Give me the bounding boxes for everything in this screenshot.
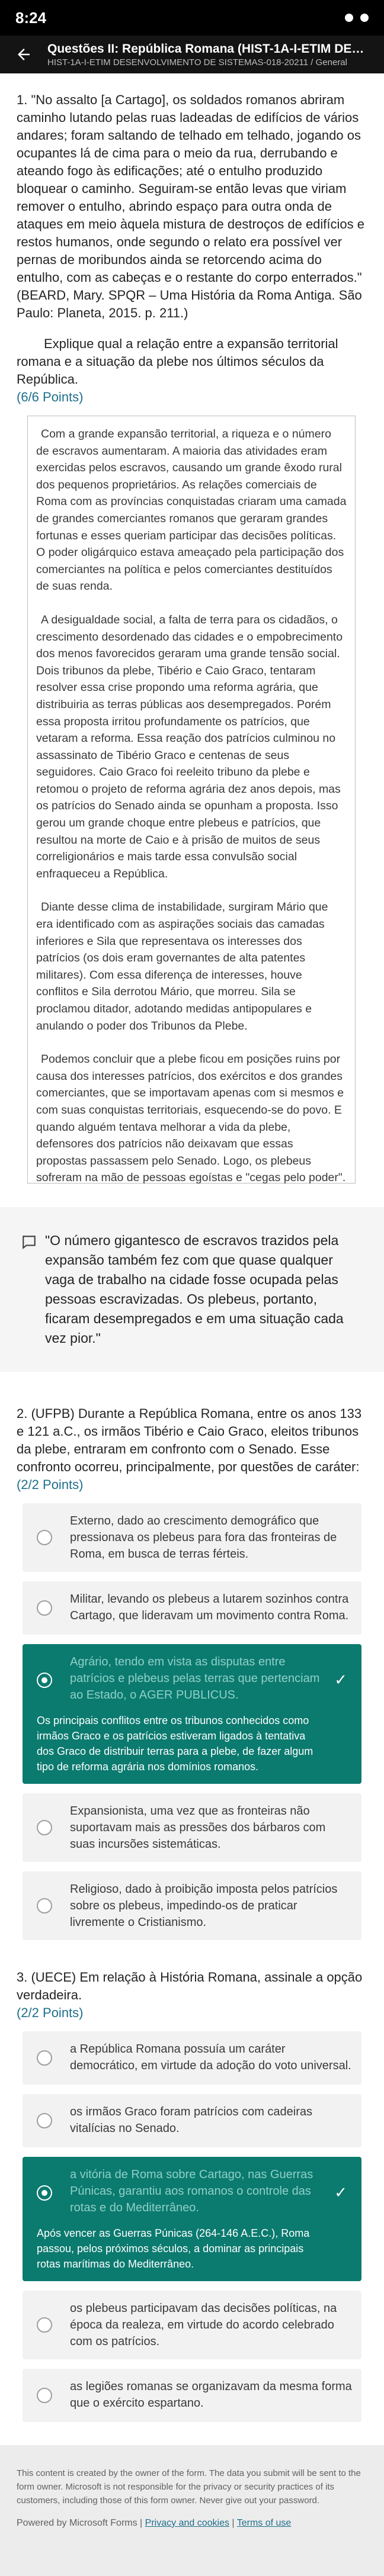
radio-button[interactable] [37,2388,52,2403]
choice-option[interactable]: Externo, dado ao crescimento demográfico… [23,1503,361,1572]
signal-icon [345,14,353,22]
choice-option[interactable]: Militar, levando os plebeus a lutarem so… [23,1581,361,1635]
question-1-prompt: Explique qual a relação entre a expansão… [17,336,338,387]
option-label: os plebeus participavam das decisões pol… [70,2302,337,2348]
feedback-text: "O número gigantesco de escravos trazido… [45,1233,344,1346]
powered-by-text: Powered by Microsoft Forms | [17,2518,143,2528]
question-2: 2. (UFPB) Durante a República Romana, en… [0,1405,384,1940]
choice-option-correct[interactable]: ✓ a vitória de Roma sobre Cartago, nas G… [23,2157,361,2281]
footer: This content is created by the owner of … [0,2445,384,2576]
answer-textbox[interactable]: Com a grande expansão territorial, a riq… [27,416,356,1184]
answer-paragraph: Podemos concluir que a plebe ficou em po… [36,1053,346,1185]
terms-link[interactable]: Terms of use [237,2518,292,2528]
radio-button[interactable] [37,1898,52,1913]
question-3: 3. (UECE) Em relação à História Romana, … [0,1969,384,2422]
status-time: 8:24 [15,8,47,27]
option-label: a vitória de Roma sobre Cartago, nas Gue… [70,2168,313,2214]
back-button[interactable] [8,39,39,70]
comment-icon [21,1231,45,1348]
status-icons [345,14,369,22]
radio-button[interactable] [37,1600,52,1616]
footer-links: Powered by Microsoft Forms | Privacy and… [17,2518,367,2529]
question-2-title: 2. (UFPB) Durante a República Romana, en… [17,1406,362,1474]
choice-option[interactable]: os irmãos Graco foram patrícios com cade… [23,2094,361,2147]
option-label: a República Romana possuía um caráter de… [70,2043,351,2072]
radio-button[interactable] [37,1530,52,1545]
choice-option[interactable]: Religioso, dado à proibição imposta pelo… [23,1871,361,1940]
app-bar: Questões II: República Romana (HIST-1A-I… [0,36,384,73]
radio-button[interactable] [37,2113,52,2128]
choice-option[interactable]: a República Romana possuía um caráter de… [23,2031,361,2085]
checkmark-icon: ✓ [334,1671,347,1689]
option-explanation: Os principais conflitos entre os tribuno… [37,1715,313,1773]
option-explanation: Após vencer as Guerras Púnicas (264-146 … [37,2227,310,2270]
question-3-points: (2/2 Points) [17,2005,84,2020]
question-1-feedback: "O número gigantesco de escravos trazido… [0,1207,384,1372]
question-1-points: (6/6 Points) [17,390,84,404]
arrow-left-icon [18,49,30,60]
form-subtitle: HIST-1A-I-ETIM DESENVOLVIMENTO DE SISTEM… [47,57,347,67]
choice-option-correct[interactable]: ✓ Agrário, tendo em vista as disputas en… [23,1644,361,1784]
radio-button-selected[interactable] [37,1673,52,1688]
question-2-points: (2/2 Points) [17,1477,84,1492]
question-1: 1. "No assalto [a Cartago], os soldados … [0,73,384,1372]
footer-separator: | [232,2518,235,2528]
option-label: as legiões romanas se organizavam da mes… [70,2380,352,2410]
option-label: Religioso, dado à proibição imposta pelo… [70,1883,338,1929]
choice-option[interactable]: os plebeus participavam das decisões pol… [23,2291,361,2359]
option-label: Militar, levando os plebeus a lutarem so… [70,1593,349,1622]
option-label: Externo, dado ao crescimento demográfico… [70,1514,337,1561]
answer-paragraph: Com a grande expansão territorial, a riq… [36,427,347,593]
radio-button[interactable] [37,2317,52,2333]
form-title: Questões II: República Romana (HIST-1A-I… [47,41,367,56]
radio-button[interactable] [37,2050,52,2066]
choice-option[interactable]: Expansionista, uma vez que as fronteiras… [23,1793,361,1862]
option-label: Expansionista, uma vez que as fronteiras… [70,1805,326,1851]
battery-icon [360,14,369,22]
choice-option[interactable]: as legiões romanas se organizavam da mes… [23,2369,361,2422]
option-label: Agrário, tendo em vista as disputas entr… [70,1655,320,1702]
privacy-link[interactable]: Privacy and cookies [145,2518,229,2528]
footer-disclaimer: This content is created by the owner of … [17,2468,361,2506]
option-label: os irmãos Graco foram patrícios com cade… [70,2105,313,2135]
status-bar: 8:24 [0,0,384,36]
radio-button-selected[interactable] [37,2185,52,2201]
radio-button[interactable] [37,1820,52,1835]
answer-paragraph: A desigualdade social, a falta de terra … [36,613,343,880]
checkmark-icon: ✓ [334,2183,347,2201]
answer-paragraph: Diante desse clima de instabilidade, sur… [36,901,328,1033]
question-1-quote: 1. "No assalto [a Cartago], os soldados … [17,92,364,320]
question-3-title: 3. (UECE) Em relação à História Romana, … [17,1970,363,2002]
